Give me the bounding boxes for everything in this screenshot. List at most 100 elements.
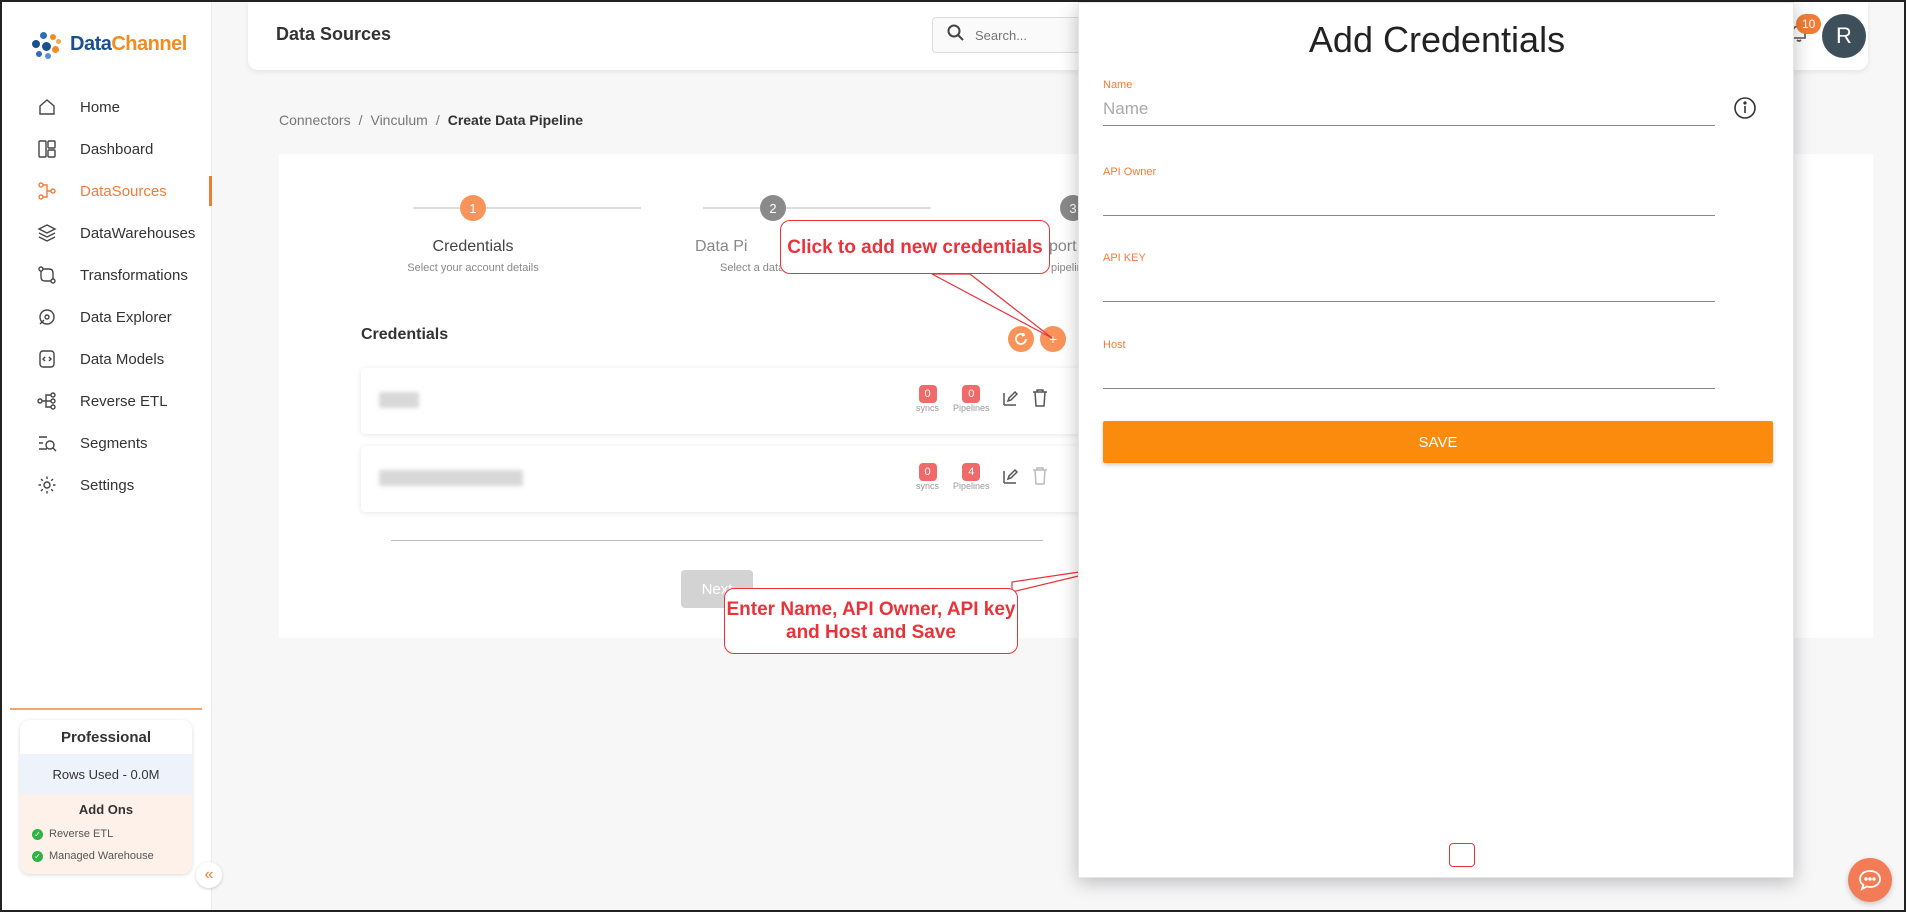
api-key-label: API KEY <box>1103 252 1146 264</box>
sidebar-item-label: Data Explorer <box>80 308 172 326</box>
edit-icon[interactable] <box>1001 468 1021 488</box>
addon-item: ✓ Reverse ETL <box>20 823 192 845</box>
notification-badge: 10 <box>1796 14 1822 34</box>
search-input[interactable] <box>975 27 1095 43</box>
collapse-sidebar-button[interactable]: « <box>196 862 222 888</box>
reverse-etl-icon <box>36 390 58 412</box>
save-button[interactable]: SAVE <box>1103 421 1773 463</box>
addon-label: Managed Warehouse <box>49 850 154 862</box>
page-title: Data Sources <box>276 24 392 44</box>
api-key-input[interactable] <box>1103 264 1715 302</box>
breadcrumb-current: Create Data Pipeline <box>447 112 584 128</box>
addon-item: ✓ Managed Warehouse <box>20 845 192 867</box>
refresh-icon <box>1015 332 1027 345</box>
avatar[interactable]: R <box>1822 14 1866 58</box>
check-icon: ✓ <box>32 828 43 840</box>
sidebar-item-datasources[interactable]: DataSources <box>2 170 212 212</box>
logo-text-channel: Channel <box>111 32 187 55</box>
delete-icon[interactable] <box>1031 388 1051 408</box>
step-2-label: Data Pi <box>695 238 748 255</box>
pipelines-count: 0 Pipelines <box>953 384 990 413</box>
gear-icon <box>36 474 58 496</box>
breadcrumb-separator: / <box>358 112 363 128</box>
sidebar-item-data-explorer[interactable]: Data Explorer <box>2 296 212 338</box>
drawer-title: Add Credentials <box>1308 19 1566 60</box>
syncs-count: 0 syncs <box>916 462 939 491</box>
breadcrumb-vinculum[interactable]: Vinculum <box>370 112 427 128</box>
syncs-count: 0 syncs <box>916 384 939 413</box>
host-field: Host <box>1103 339 1715 389</box>
step-1-sub: Select your account details <box>407 262 539 274</box>
addon-label: Reverse ETL <box>49 828 114 840</box>
segments-icon <box>36 432 58 454</box>
credential-name-redacted <box>379 392 419 408</box>
step-connector <box>413 207 641 209</box>
sidebar-item-label: Segments <box>80 434 148 452</box>
logo[interactable]: DataChannel <box>28 26 187 62</box>
step-connector <box>703 207 931 209</box>
sidebar-item-label: Transformations <box>80 266 188 284</box>
sidebar-item-segments[interactable]: Segments <box>2 422 212 464</box>
check-icon: ✓ <box>32 850 43 862</box>
transform-icon <box>36 264 58 286</box>
host-label: Host <box>1103 339 1126 351</box>
breadcrumb-separator: / <box>435 112 440 128</box>
sidebar-item-label: Home <box>80 98 121 116</box>
plan-card: Professional Rows Used - 0.0M Add Ons ✓ … <box>20 720 192 874</box>
host-input[interactable] <box>1103 351 1715 389</box>
info-icon[interactable] <box>1733 96 1757 120</box>
pipelines-label: Pipelines <box>953 481 990 491</box>
sidebar-item-dashboard[interactable]: Dashboard <box>2 128 212 170</box>
name-label: Name <box>1103 79 1133 91</box>
syncs-badge: 0 <box>918 463 937 481</box>
datasources-icon <box>36 180 58 202</box>
sidebar-item-label: DataWarehouses <box>80 224 196 242</box>
delete-icon[interactable] <box>1031 466 1051 486</box>
sidebar-item-settings[interactable]: Settings <box>2 464 212 506</box>
add-credential-button[interactable]: + <box>1040 326 1066 352</box>
step-2-circle[interactable]: 2 <box>760 195 786 221</box>
sidebar-item-label: Dashboard <box>80 140 154 158</box>
plus-icon: + <box>1048 331 1058 347</box>
breadcrumb: Connectors / Vinculum / Create Data Pipe… <box>279 112 583 128</box>
divider <box>391 540 1043 541</box>
explorer-icon <box>36 306 58 328</box>
sidebar-item-data-models[interactable]: Data Models <box>2 338 212 380</box>
syncs-label: syncs <box>916 403 940 413</box>
name-input[interactable] <box>1103 91 1715 126</box>
sidebar-item-label: Settings <box>80 476 135 494</box>
pipelines-badge: 4 <box>962 463 981 481</box>
api-owner-field: API Owner <box>1103 166 1715 216</box>
sidebar: DataChannel Home Dashboard DataSources D… <box>2 2 222 910</box>
sidebar-item-home[interactable]: Home <box>2 86 212 128</box>
edit-icon[interactable] <box>1001 390 1021 410</box>
breadcrumb-connectors[interactable]: Connectors <box>279 112 351 128</box>
syncs-badge: 0 <box>918 385 937 403</box>
sidebar-item-transformations[interactable]: Transformations <box>2 254 212 296</box>
pipelines-count: 4 Pipelines <box>953 462 990 491</box>
sidebar-item-datawarehouses[interactable]: DataWarehouses <box>2 212 212 254</box>
credential-row[interactable]: 0 syncs 4 Pipelines <box>361 446 1081 512</box>
plan-title: Professional <box>60 728 152 746</box>
sidebar-item-reverse-etl[interactable]: Reverse ETL <box>2 380 212 422</box>
sidebar-item-label: Reverse ETL <box>80 392 168 410</box>
sidebar-nav: Home Dashboard DataSources DataWarehouse… <box>2 86 212 506</box>
layers-icon <box>36 222 58 244</box>
refresh-button[interactable] <box>1008 326 1034 352</box>
models-icon <box>36 348 58 370</box>
name-field: Name <box>1103 79 1715 126</box>
plan-addons: Add Ons ✓ Reverse ETL ✓ Managed Warehous… <box>20 794 192 874</box>
sidebar-divider <box>10 708 202 710</box>
api-owner-input[interactable] <box>1103 178 1715 216</box>
credential-row[interactable]: 0 syncs 0 Pipelines <box>361 368 1081 434</box>
add-credentials-callout: Click to add new credentials <box>780 220 1050 274</box>
dashboard-icon <box>36 138 58 160</box>
credential-name-redacted <box>379 470 523 486</box>
step-1-label: Credentials <box>432 238 514 255</box>
chat-button[interactable] <box>1848 858 1892 902</box>
sidebar-item-label: Data Models <box>80 350 165 368</box>
api-key-field: API KEY <box>1103 252 1715 302</box>
datachannel-logo-icon <box>28 26 64 62</box>
step-1-circle[interactable]: 1 <box>460 195 486 221</box>
home-icon <box>36 96 58 118</box>
